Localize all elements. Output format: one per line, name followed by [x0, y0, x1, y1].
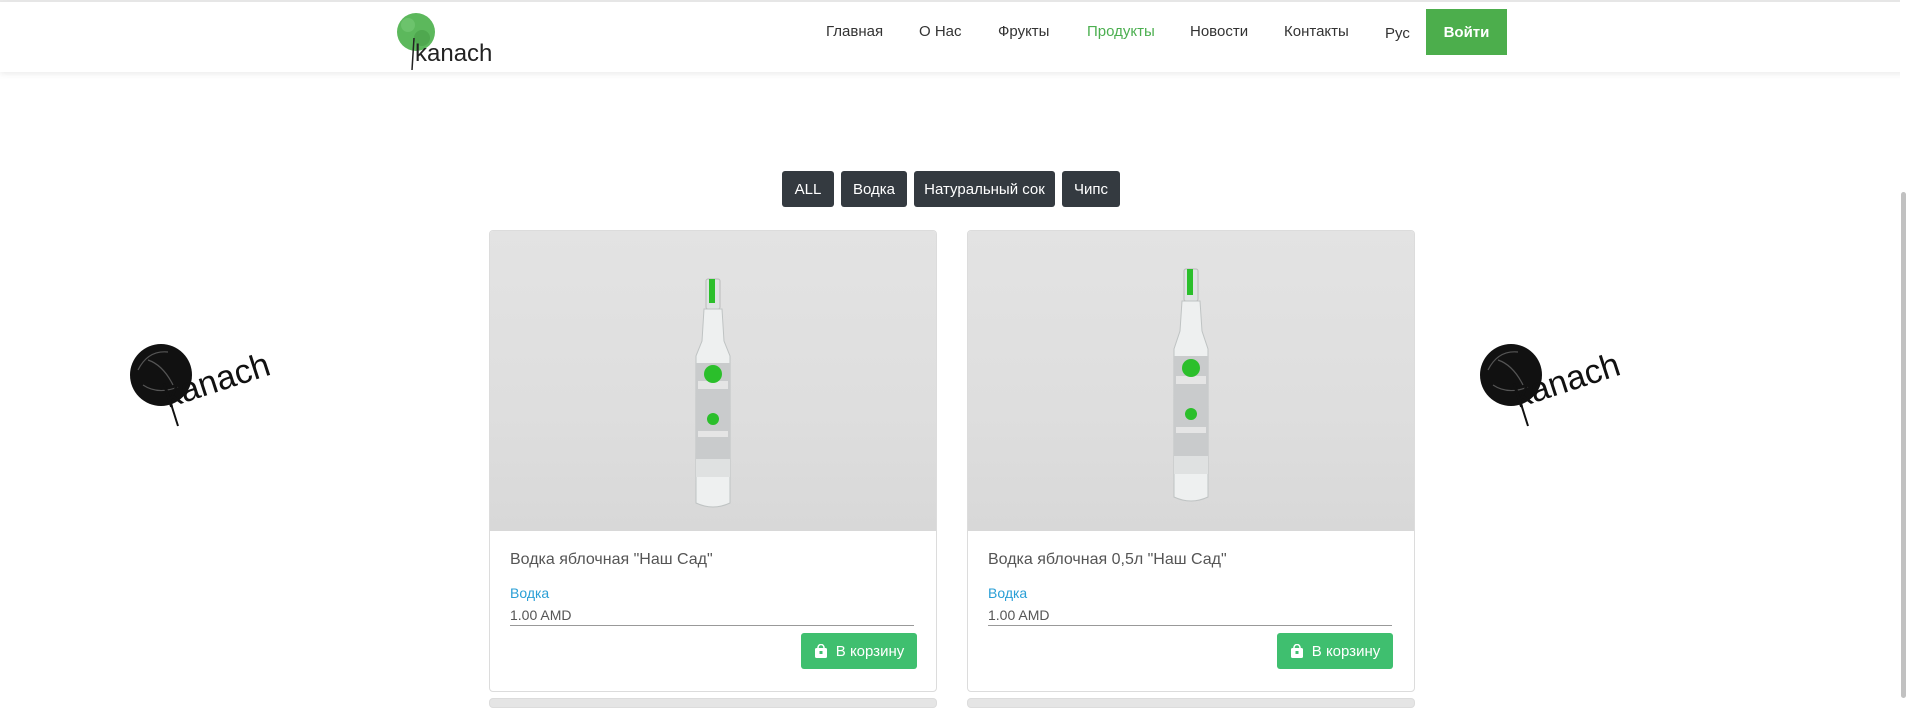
category-filters: ALL Водка Натуральный сок Чипс	[0, 171, 1907, 207]
nav-fruits[interactable]: Фрукты	[998, 22, 1049, 42]
filter-natural-juice[interactable]: Натуральный сок	[914, 171, 1055, 207]
product-title[interactable]: Водка яблочная 0,5л "Наш Сад"	[988, 551, 1227, 569]
nav-news[interactable]: Новости	[1190, 22, 1248, 42]
nav-contacts[interactable]: Контакты	[1284, 22, 1349, 42]
product-card: Водка яблочная "Наш Сад" Водка 1.00 AMD …	[489, 230, 937, 692]
nav-about[interactable]: О Нас	[919, 22, 962, 42]
add-to-cart-label: В корзину	[1311, 642, 1381, 660]
nav-products[interactable]: Продукты	[1087, 22, 1155, 42]
add-to-cart-button[interactable]: В корзину	[801, 633, 917, 669]
product-title[interactable]: Водка яблочная "Наш Сад"	[510, 551, 713, 569]
filter-all[interactable]: ALL	[782, 171, 834, 207]
add-to-cart-button[interactable]: В корзину	[1277, 633, 1393, 669]
product-image[interactable]	[968, 231, 1414, 531]
shopping-bag-icon	[1290, 644, 1303, 658]
site-header: kanach Главная О Нас Фрукты Продукты Нов…	[0, 2, 1907, 72]
brand-logo[interactable]: kanach	[395, 8, 505, 72]
brand-logo-text: kanach	[415, 40, 492, 67]
product-card: Водка яблочная 0,5л "Наш Сад" Водка 1.00…	[967, 230, 1415, 692]
side-logo-left: kanach	[128, 330, 313, 430]
product-category-link[interactable]: Водка	[988, 585, 1027, 601]
shopping-bag-icon	[814, 644, 827, 658]
product-card-next	[489, 698, 937, 708]
language-selector[interactable]: Рус	[1385, 24, 1410, 44]
product-card-next	[967, 698, 1415, 708]
nav-home[interactable]: Главная	[826, 22, 883, 42]
filter-chips[interactable]: Чипс	[1062, 171, 1120, 207]
product-image[interactable]	[490, 231, 936, 531]
product-price: 1.00 AMD	[988, 607, 1392, 626]
product-category-link[interactable]: Водка	[510, 585, 549, 601]
side-logo-right: kanach	[1478, 330, 1663, 430]
page-scrollbar-thumb[interactable]	[1901, 192, 1906, 698]
add-to-cart-label: В корзину	[835, 642, 905, 660]
product-price: 1.00 AMD	[510, 607, 914, 626]
login-button[interactable]: Войти	[1426, 9, 1507, 55]
filter-vodka[interactable]: Водка	[841, 171, 907, 207]
